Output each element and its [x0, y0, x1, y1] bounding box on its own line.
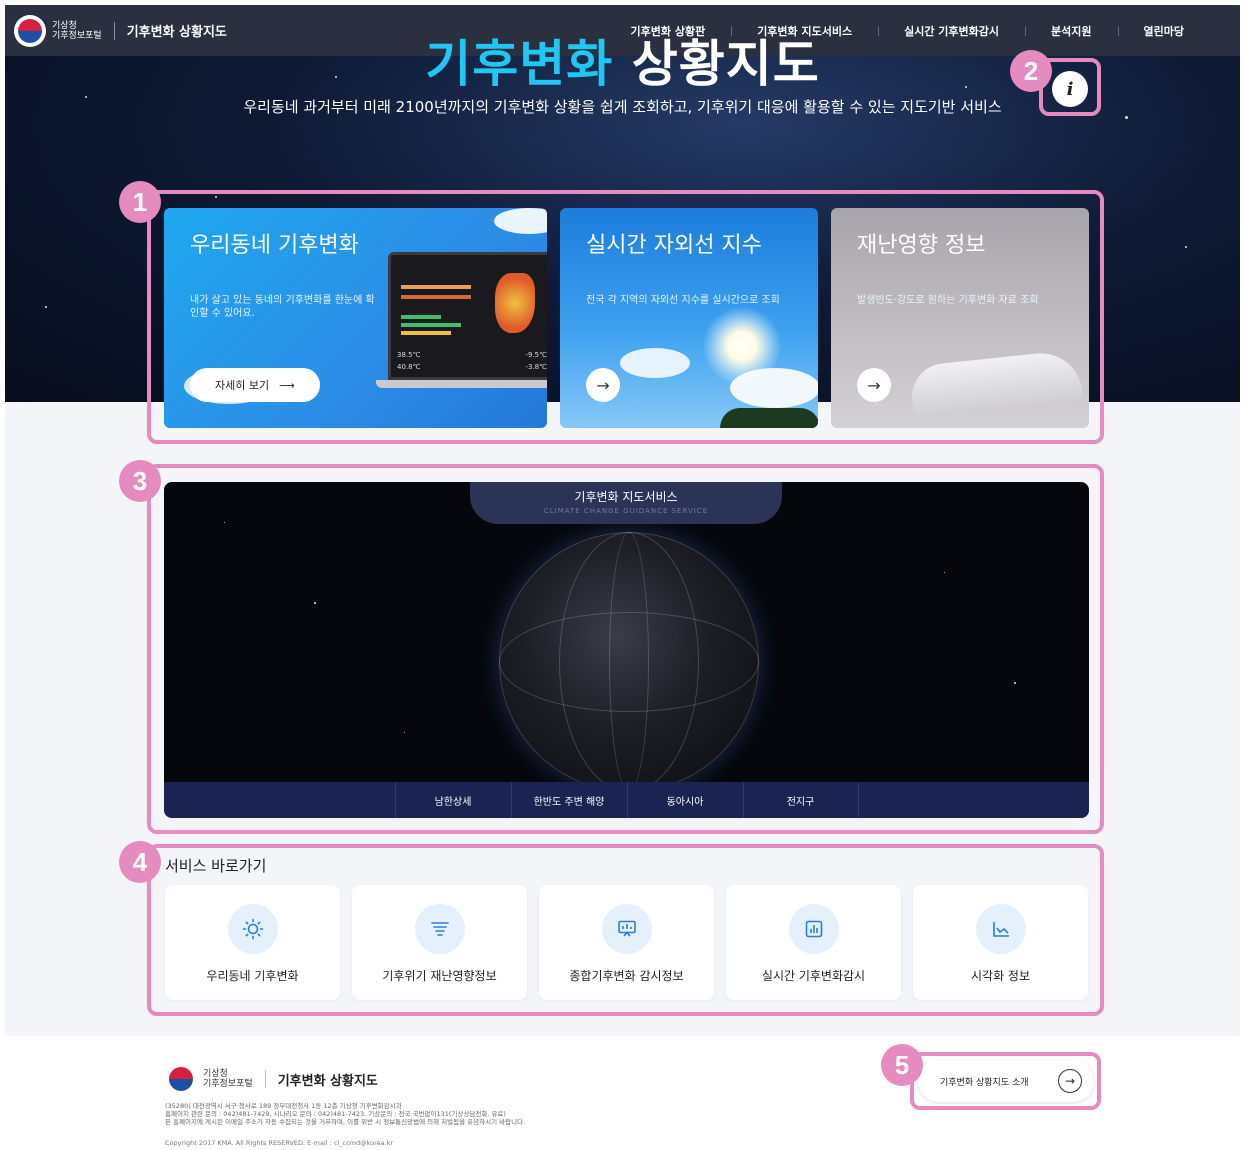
footer-copyright: Copyright 2017 KMA. All Rights RESERVED.… [165, 1139, 394, 1147]
annotation-badge-1: 1 [119, 181, 161, 223]
footer-info: (35280) 대전광역시 서구 청사로 189 정부대전청사 1동 12층 기… [165, 1102, 765, 1126]
footer-divider [264, 1070, 266, 1088]
star [1185, 246, 1187, 248]
highlight-box-3 [147, 464, 1104, 834]
footer-address: (35280) 대전광역시 서구 청사로 189 정부대전청사 1동 12층 기… [165, 1102, 402, 1110]
highlight-box-5 [910, 1052, 1101, 1110]
annotation-badge-3: 3 [119, 460, 161, 502]
highlight-box-4 [147, 844, 1104, 1016]
footer-logo-line1: 기상청 [203, 1069, 228, 1079]
page-title-accent: 기후변화 [425, 35, 614, 93]
footer-logo-line2: 기후정보포털 [203, 1079, 253, 1089]
footer-notice: 본 홈페이지에 게시된 이메일 주소가 자동 수집되는 것을 거부하며, 이를 … [165, 1118, 526, 1126]
footer-contact: 홈페이지 관련 문의 : 042)481-7429, 시나리오 문의 : 042… [165, 1110, 506, 1118]
annotation-badge-4: 4 [119, 841, 161, 883]
annotation-badge-5: 5 [881, 1044, 923, 1086]
star [45, 306, 47, 308]
page-title-main: 상황지도 [631, 35, 820, 93]
footer-site-title: 기후변화 상황지도 [277, 1073, 378, 1089]
footer-logo-text: 기상청 기후정보포털 [203, 1069, 253, 1089]
kma-emblem-icon [165, 1063, 197, 1095]
footer-logo: 기상청 기후정보포털 기후변화 상황지도 [165, 1063, 378, 1095]
highlight-box-1 [147, 190, 1104, 444]
annotation-badge-2: 2 [1010, 50, 1052, 92]
